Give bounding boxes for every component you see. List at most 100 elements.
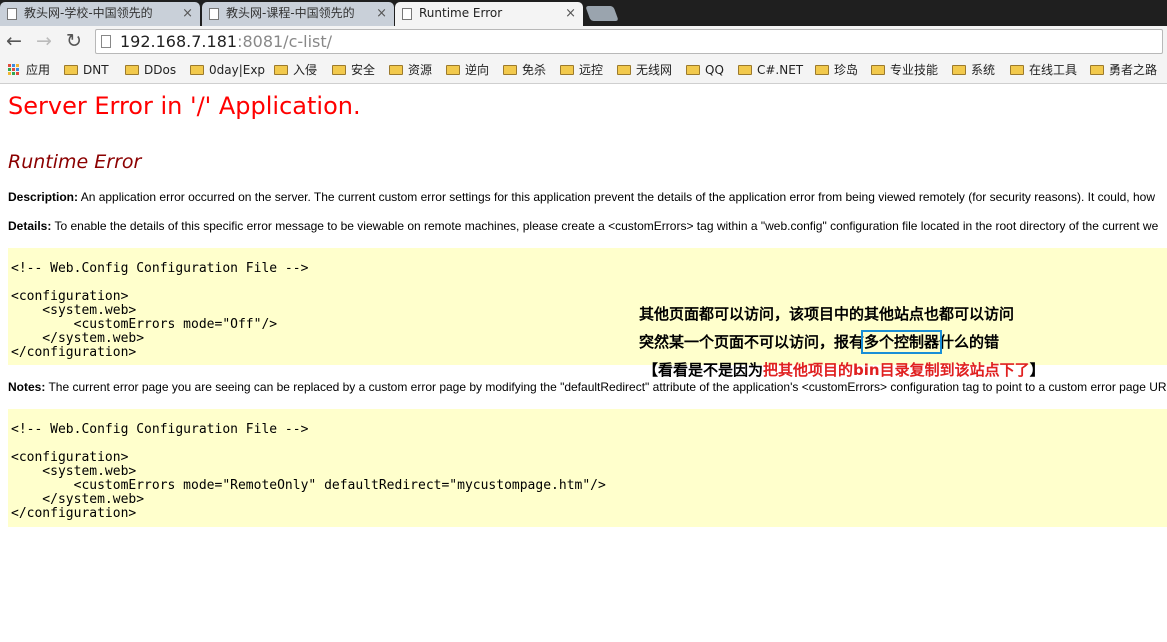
folder-icon <box>686 65 700 75</box>
bookmark-label: 无线网 <box>636 63 673 77</box>
close-icon[interactable]: × <box>565 2 576 25</box>
bookmark-apps[interactable]: 应用 <box>8 58 50 83</box>
folder-icon <box>125 65 139 75</box>
annotation-line-1: 其他页面都可以访问，该项目中的其他站点也都可以访问 <box>639 305 1015 323</box>
folder-icon <box>332 65 346 75</box>
custom-page-code-block: <!-- Web.Config Configuration File --> <… <box>8 409 1167 527</box>
back-arrow-icon[interactable]: ← <box>3 30 25 52</box>
tab-title: 教头网-课程-中国领先的 <box>226 6 355 20</box>
folder-icon <box>952 65 966 75</box>
notes-text: The current error page you are seeing ca… <box>45 380 1167 394</box>
notes-paragraph: Notes: The current error page you are se… <box>8 380 1167 394</box>
bookmark-folder[interactable]: 0day|Exp <box>190 58 265 83</box>
browser-toolbar: ← → ↻ 192.168.7.181:8081/c-list/ <box>0 26 1167 58</box>
bookmark-folder[interactable]: 珍岛 <box>815 58 858 83</box>
apps-grid-icon <box>8 64 20 76</box>
bookmark-folder[interactable]: 资源 <box>389 58 432 83</box>
bookmark-folder[interactable]: DDos <box>125 58 176 83</box>
error-subtitle: Runtime Error <box>8 151 142 173</box>
page-icon <box>7 8 17 20</box>
bookmark-folder[interactable]: DNT <box>64 58 109 83</box>
folder-icon <box>503 65 517 75</box>
annotation-text: 【看看是不是因为 <box>643 361 764 379</box>
bookmark-folder[interactable]: 入侵 <box>274 58 317 83</box>
bookmark-label: DDos <box>144 63 177 77</box>
address-bar[interactable]: 192.168.7.181:8081/c-list/ <box>95 29 1163 54</box>
tab-jiaotou-course[interactable]: 教头网-课程-中国领先的 × <box>202 2 394 26</box>
description-label: Description: <box>8 190 79 204</box>
bookmark-label: 在线工具 <box>1029 63 1078 77</box>
tab-strip: 教头网-学校-中国领先的 × 教头网-课程-中国领先的 × Runtime Er… <box>0 0 1167 26</box>
description-paragraph: Description: An application error occurr… <box>8 190 1155 204</box>
bookmark-label: DNT <box>83 63 109 77</box>
page-icon <box>101 35 111 48</box>
bookmark-label: 应用 <box>26 63 51 77</box>
annotation-line-3: 【看看是不是因为把其他项目的bin目录复制到该站点下了】 <box>643 359 1045 380</box>
highlight-box: 多个控制器 <box>861 330 943 354</box>
page-icon <box>209 8 219 20</box>
details-label: Details: <box>8 219 52 233</box>
bookmark-folder[interactable]: 安全 <box>332 58 375 83</box>
bookmarks-bar: 应用 DNT DDos 0day|Exp 入侵 安全 资源 逆向 免杀 远控 无… <box>0 58 1167 84</box>
folder-icon <box>871 65 885 75</box>
code-text: <!-- Web.Config Configuration File --> <… <box>11 422 606 521</box>
bookmark-label: 专业技能 <box>890 63 939 77</box>
folder-icon <box>617 65 631 75</box>
folder-icon <box>446 65 460 75</box>
forward-arrow-icon[interactable]: → <box>33 30 55 52</box>
bookmark-label: 0day|Exp <box>209 63 266 77</box>
annotation-text: 】 <box>1029 361 1045 379</box>
bookmark-label: 远控 <box>579 63 604 77</box>
bookmark-label: 珍岛 <box>834 63 859 77</box>
folder-icon <box>1090 65 1104 75</box>
bookmark-folder[interactable]: 无线网 <box>617 58 672 83</box>
error-page: Server Error in '/' Application. Runtime… <box>0 84 1167 642</box>
bookmark-folder[interactable]: C#.NET <box>738 58 803 83</box>
bookmark-label: 安全 <box>351 63 376 77</box>
bookmark-label: 勇者之路 <box>1109 63 1158 77</box>
bookmark-label: 系统 <box>971 63 996 77</box>
bookmark-folder[interactable]: 在线工具 <box>1010 58 1077 83</box>
bookmark-folder[interactable]: 勇者之路 <box>1090 58 1157 83</box>
bookmark-label: 免杀 <box>522 63 547 77</box>
folder-icon <box>274 65 288 75</box>
folder-icon <box>738 65 752 75</box>
annotation-red-text: 把其他项目的bin目录复制到该站点下了 <box>763 361 1030 379</box>
bookmark-folder[interactable]: 逆向 <box>446 58 489 83</box>
bookmark-folder[interactable]: 专业技能 <box>871 58 938 83</box>
folder-icon <box>815 65 829 75</box>
details-text: To enable the details of this specific e… <box>51 219 1159 233</box>
description-text: An application error occurred on the ser… <box>78 190 1155 204</box>
new-tab-button[interactable] <box>585 6 619 21</box>
bookmark-folder[interactable]: QQ <box>686 58 724 83</box>
folder-icon <box>190 65 204 75</box>
close-icon[interactable]: × <box>182 2 193 25</box>
page-title: Server Error in '/' Application. <box>8 92 361 120</box>
folder-icon <box>560 65 574 75</box>
reload-icon[interactable]: ↻ <box>63 30 85 52</box>
page-icon <box>402 8 412 20</box>
close-icon[interactable]: × <box>376 2 387 25</box>
bookmark-label: 逆向 <box>465 63 490 77</box>
details-paragraph: Details: To enable the details of this s… <box>8 219 1158 233</box>
tab-title: Runtime Error <box>419 6 503 20</box>
tab-title: 教头网-学校-中国领先的 <box>24 6 153 20</box>
url-path: :8081/c-list/ <box>237 32 333 51</box>
url-host: 192.168.7.181 <box>120 32 238 51</box>
folder-icon <box>1010 65 1024 75</box>
bookmark-folder[interactable]: 免杀 <box>503 58 546 83</box>
bookmark-folder[interactable]: 远控 <box>560 58 603 83</box>
annotation-text: 什么的错 <box>939 333 1000 351</box>
folder-icon <box>64 65 78 75</box>
url-text: 192.168.7.181:8081/c-list/ <box>120 30 332 53</box>
annotation-line-2: 突然某一个页面不可以访问，报有多个控制器什么的错 <box>639 330 1000 354</box>
bookmark-label: 入侵 <box>293 63 318 77</box>
bookmark-label: 资源 <box>408 63 433 77</box>
bookmark-label: QQ <box>705 63 724 77</box>
tab-runtime-error[interactable]: Runtime Error × <box>395 2 583 26</box>
folder-icon <box>389 65 403 75</box>
bookmark-folder[interactable]: 系统 <box>952 58 995 83</box>
annotation-text: 突然某一个页面不可以访问，报有 <box>639 333 865 351</box>
bookmark-label: C#.NET <box>757 63 804 77</box>
tab-jiaotou-school[interactable]: 教头网-学校-中国领先的 × <box>0 2 200 26</box>
